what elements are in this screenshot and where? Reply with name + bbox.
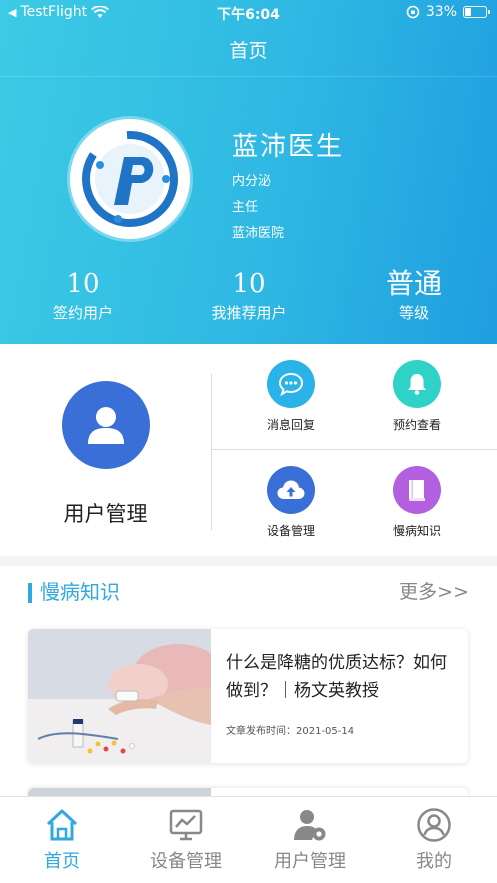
- nav-divider: [0, 76, 497, 77]
- tab-label: 用户管理: [274, 851, 346, 872]
- action-label: 消息回复: [266, 418, 315, 432]
- profile-icon: [417, 808, 451, 842]
- section-title: 慢病知识: [40, 580, 120, 604]
- article-thumbnail: [28, 629, 223, 763]
- stat-value: 10: [232, 269, 266, 299]
- status-right: 33%: [406, 4, 490, 20]
- tab-label: 设备管理: [150, 851, 222, 872]
- appointment-view-button[interactable]: 预约查看: [362, 360, 472, 433]
- stat-label: 我推荐用户: [211, 304, 287, 322]
- page-title: 首页: [229, 40, 268, 62]
- device-management-button[interactable]: 设备管理: [236, 466, 346, 539]
- book-icon: [393, 466, 441, 514]
- doctor-name: 蓝沛医生: [232, 132, 345, 162]
- battery-percent: 33%: [425, 4, 457, 20]
- stat-value: 普通: [385, 267, 442, 300]
- article-title: 什么是降糖的优质达标？如何做到？｜杨文英教授: [226, 653, 447, 701]
- profile-header: ◀ TestFlight 下午6:04 33% 首页 蓝沛医生 内分泌 主任 蓝…: [0, 0, 497, 344]
- quick-actions-panel: 用户管理 消息回复 预约查看 设备管理 慢病知识: [0, 344, 497, 556]
- stat-recommended-users[interactable]: 10 我推荐用户: [179, 268, 319, 323]
- rotation-lock-icon: [406, 5, 420, 19]
- chronic-knowledge-button[interactable]: 慢病知识: [362, 466, 472, 539]
- chronic-knowledge-section: 慢病知识 更多>> 什么是降糖的优质达标？如何做到？｜杨文英教授 文章发布时间：…: [0, 566, 497, 800]
- doctor-hospital: 蓝沛医院: [232, 226, 285, 241]
- user-management-button[interactable]: 用户管理: [0, 344, 211, 556]
- bell-icon: [393, 360, 441, 408]
- more-link[interactable]: 更多>>: [399, 577, 469, 604]
- user-icon: [62, 381, 150, 469]
- doctor-title: 主任: [232, 200, 259, 215]
- action-label: 预约查看: [392, 418, 441, 432]
- stat-value: 10: [66, 269, 100, 299]
- tab-device-management[interactable]: 设备管理: [124, 797, 248, 873]
- monitor-chart-icon: [169, 809, 203, 841]
- cloud-upload-icon: [267, 466, 315, 514]
- chat-bubble-icon: [267, 360, 315, 408]
- tab-home[interactable]: 首页: [0, 797, 124, 873]
- tab-user-management[interactable]: 用户管理: [248, 797, 372, 873]
- tab-bar: 首页 设备管理 用户管理 我的: [0, 796, 497, 883]
- action-label: 设备管理: [266, 524, 315, 538]
- user-management-label: 用户管理: [63, 502, 148, 526]
- doctor-avatar[interactable]: [70, 119, 190, 239]
- divider-vertical: [211, 374, 212, 530]
- status-bar: ◀ TestFlight 下午6:04 33%: [0, 0, 497, 26]
- user-gear-icon: [294, 810, 326, 841]
- battery-icon: [463, 6, 490, 18]
- action-label: 慢病知识: [392, 524, 441, 538]
- article-date: 文章发布时间：2021-05-14: [226, 726, 355, 737]
- brand-logo-icon: [82, 131, 178, 227]
- stat-signed-users[interactable]: 10 签约用户: [13, 268, 153, 323]
- tab-me[interactable]: 我的: [372, 797, 496, 873]
- tab-label: 我的: [416, 851, 452, 872]
- section-accent-bar: [28, 583, 32, 603]
- stat-label: 等级: [398, 304, 429, 322]
- divider-horizontal: [212, 449, 497, 450]
- home-icon: [46, 809, 78, 841]
- stat-level[interactable]: 普通 等级: [344, 268, 484, 323]
- doctor-department: 内分泌: [232, 174, 272, 189]
- article-card[interactable]: 什么是降糖的优质达标？如何做到？｜杨文英教授 文章发布时间：2021-05-14: [28, 629, 468, 763]
- message-reply-button[interactable]: 消息回复: [236, 360, 346, 433]
- stat-label: 签约用户: [52, 304, 113, 322]
- tab-label: 首页: [44, 851, 80, 872]
